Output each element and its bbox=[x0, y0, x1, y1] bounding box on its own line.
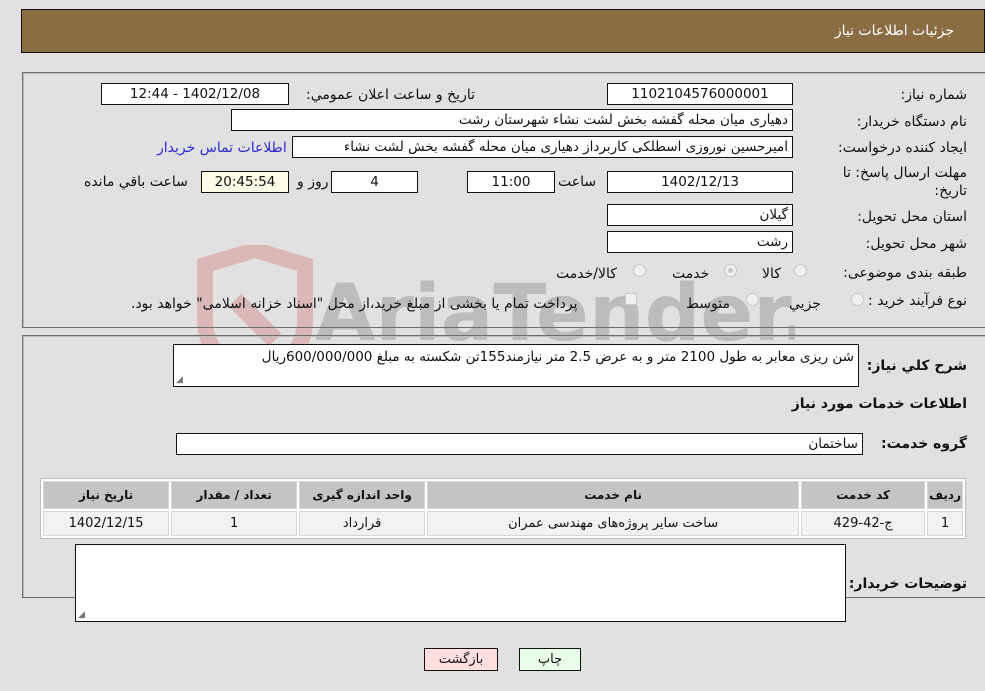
city-field: رشت bbox=[607, 231, 793, 253]
deadline-date-field: 1402/12/13 bbox=[607, 171, 793, 193]
cell-row-number: 1 bbox=[927, 511, 963, 536]
print-button[interactable]: چاپ bbox=[519, 648, 581, 671]
summary-label: شرح كلي نياز: bbox=[866, 358, 967, 374]
col-header-row-number: ردیف bbox=[927, 481, 963, 509]
city-label: شهر محل تحویل: bbox=[865, 236, 967, 252]
process-label: نوع فرآیند خرید : bbox=[868, 293, 967, 309]
need-number-field: 1102104576000001 bbox=[607, 83, 793, 105]
col-header-quantity: تعداد / مقدار bbox=[171, 481, 298, 509]
treasury-payment-checkbox[interactable] bbox=[625, 293, 637, 305]
services-heading: اطلاعات خدمات مورد نیاز bbox=[791, 396, 967, 412]
cell-quantity: 1 bbox=[171, 511, 298, 536]
col-header-need-date: تاریخ نیاز bbox=[43, 481, 170, 509]
deadline-label-line2: تاریخ: bbox=[934, 183, 967, 199]
time-remaining-label: ساعت باقي مانده bbox=[84, 174, 188, 190]
province-field: گیلان bbox=[607, 204, 793, 226]
table-row: 1 ج-42-429 ساخت سایر پروژه‌های مهندسی عم… bbox=[43, 511, 963, 536]
resize-handle-icon[interactable]: ◢ bbox=[78, 610, 85, 620]
buyer-org-label: نام دستگاه خریدار: bbox=[856, 114, 967, 130]
need-number-label: شماره نیاز: bbox=[900, 87, 968, 103]
announce-datetime-field: 1402/12/08 - 12:44 bbox=[101, 83, 289, 105]
summary-textarea[interactable]: شن ریزی معابر به طول 2100 متر و به عرض 2… bbox=[173, 344, 859, 387]
col-header-service-code: کد خدمت bbox=[801, 481, 926, 509]
announce-label: تاريخ و ساعت اعلان عمومي: bbox=[306, 87, 475, 103]
cell-service-code: ج-42-429 bbox=[801, 511, 926, 536]
creator-label: ایجاد کننده درخواست: bbox=[838, 140, 967, 156]
creator-field: امیرحسین نوروزی اسطلکی کاربرداز دهیاری م… bbox=[292, 136, 793, 158]
process-radio-minor[interactable] bbox=[851, 293, 864, 306]
cell-service-name: ساخت سایر پروژه‌های مهندسی عمران bbox=[427, 511, 800, 536]
process-option-minor: جزيي bbox=[789, 296, 821, 312]
buyer-notes-textarea[interactable]: ◢ bbox=[75, 544, 846, 622]
buyer-org-field: دهیاری میان محله گفشه بخش لشت نشاء شهرست… bbox=[231, 109, 793, 131]
service-group-field: ساختمان bbox=[176, 433, 863, 455]
summary-text: شن ریزی معابر به طول 2100 متر و به عرض 2… bbox=[261, 349, 854, 365]
category-option-service: خدمت bbox=[672, 266, 710, 282]
category-radio-goods-service[interactable] bbox=[633, 264, 646, 277]
days-label: روز و bbox=[297, 174, 329, 190]
cell-unit: قرارداد bbox=[299, 511, 426, 536]
deadline-label-line1: مهلت ارسال پاسخ: تا bbox=[842, 165, 967, 181]
category-label: طبقه بندی موضوعی: bbox=[843, 265, 967, 281]
process-option-medium: متوسط bbox=[686, 296, 730, 312]
process-radio-medium[interactable] bbox=[746, 293, 759, 306]
deadline-time-label: ساعت bbox=[558, 174, 597, 190]
category-radio-service[interactable] bbox=[724, 264, 737, 277]
buyer-contact-link[interactable]: اطلاعات تماس خریدار bbox=[157, 140, 287, 156]
page-title: جزئیات اطلاعات نیاز bbox=[834, 23, 954, 39]
province-label: استان محل تحویل: bbox=[857, 209, 967, 225]
deadline-time-field: 11:00 bbox=[467, 171, 555, 193]
cell-need-date: 1402/12/15 bbox=[43, 511, 170, 536]
buyer-notes-label: توضیحات خریدار: bbox=[848, 576, 967, 592]
treasury-payment-note: پرداخت تمام یا بخشی از مبلغ خرید،از محل … bbox=[131, 296, 578, 312]
category-option-goods-service: کالا/خدمت bbox=[556, 266, 617, 282]
category-radio-goods[interactable] bbox=[794, 264, 807, 277]
page-header: جزئیات اطلاعات نیاز bbox=[21, 9, 985, 53]
col-header-service-name: نام خدمت bbox=[427, 481, 800, 509]
service-group-label: گروه خدمت: bbox=[881, 436, 967, 452]
time-remaining-field: 20:45:54 bbox=[201, 171, 289, 193]
category-option-goods: کالا bbox=[762, 266, 781, 282]
days-remaining-field: 4 bbox=[331, 171, 418, 193]
back-button[interactable]: بازگشت bbox=[424, 648, 498, 671]
table-header-row: ردیف کد خدمت نام خدمت واحد اندازه گیری ت… bbox=[43, 481, 963, 509]
services-table: ردیف کد خدمت نام خدمت واحد اندازه گیری ت… bbox=[40, 478, 966, 539]
col-header-unit: واحد اندازه گیری bbox=[299, 481, 426, 509]
resize-handle-icon[interactable]: ◢ bbox=[176, 375, 183, 385]
